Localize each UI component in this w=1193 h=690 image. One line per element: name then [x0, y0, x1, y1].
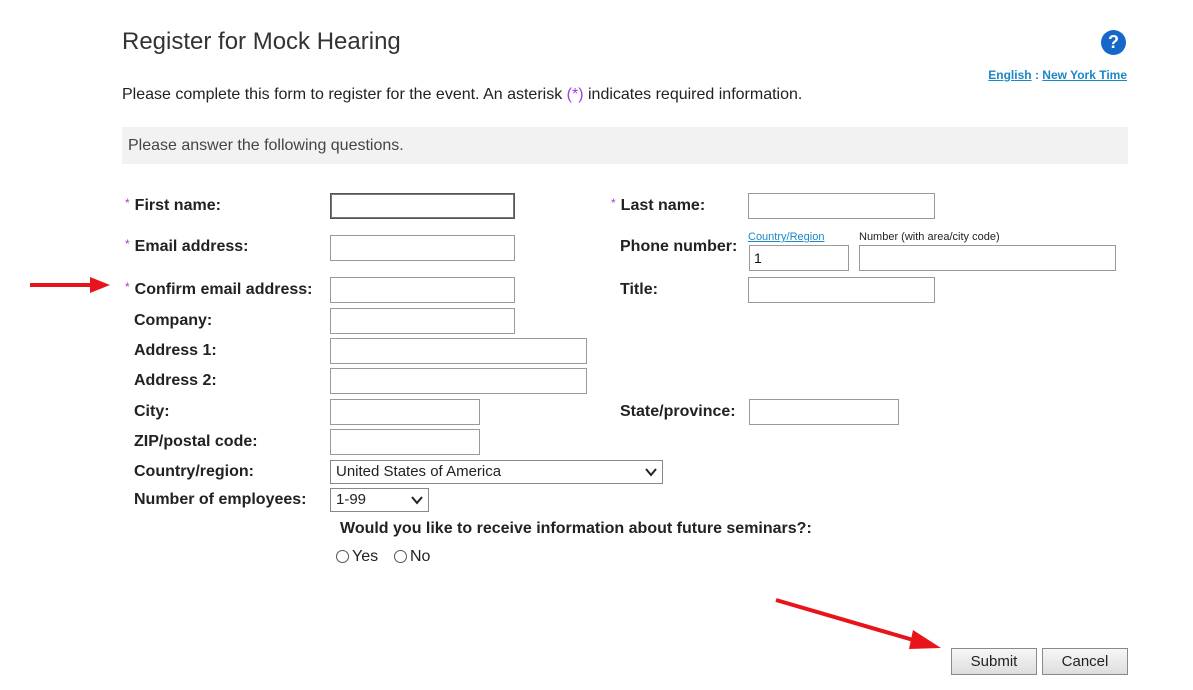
zip-input[interactable]: [330, 429, 480, 455]
state-label: State/province:: [620, 403, 736, 420]
confirm-email-label: * Confirm email address:: [125, 280, 313, 298]
intro-before: Please complete this form to register fo…: [122, 86, 567, 103]
title-label: Title:: [620, 281, 658, 298]
last-name-input[interactable]: [748, 193, 935, 219]
city-input[interactable]: [330, 399, 480, 425]
radio-no-label[interactable]: No: [410, 548, 430, 566]
radio-yes[interactable]: [336, 550, 349, 563]
last-name-label: * Last name:: [611, 196, 706, 214]
address2-label: Address 2:: [134, 372, 217, 389]
first-name-input[interactable]: [330, 193, 515, 219]
phone-number-input[interactable]: [859, 245, 1116, 271]
address2-input[interactable]: [330, 368, 587, 394]
employees-selected-value: 1-99: [336, 491, 367, 508]
address1-label: Address 1:: [134, 342, 217, 359]
zip-label: ZIP/postal code:: [134, 433, 258, 450]
radio-no[interactable]: [394, 550, 407, 563]
phone-country-code-input[interactable]: [749, 245, 849, 271]
email-label: * Email address:: [125, 237, 249, 255]
timezone-link[interactable]: New York Time: [1042, 68, 1127, 82]
employees-label: Number of employees:: [134, 491, 307, 508]
required-asterisk: *: [125, 280, 130, 294]
phone-number-label: Number (with area/city code): [859, 231, 1000, 243]
radio-yes-label[interactable]: Yes: [352, 548, 378, 566]
top-links: English : New York Time: [988, 68, 1127, 82]
seminar-question: Would you like to receive information ab…: [340, 520, 812, 537]
page-title: Register for Mock Hearing: [122, 28, 401, 55]
employees-select[interactable]: 1-99: [330, 488, 429, 512]
confirm-email-input[interactable]: [330, 277, 515, 303]
section-text: Please answer the following questions.: [128, 137, 404, 154]
cancel-button[interactable]: Cancel: [1042, 648, 1128, 675]
phone-label: Phone number:: [620, 238, 738, 255]
phone-country-region-link[interactable]: Country/Region: [748, 231, 824, 243]
intro-asterisk: (*): [566, 86, 584, 103]
help-icon[interactable]: ?: [1101, 30, 1126, 55]
email-input[interactable]: [330, 235, 515, 261]
language-link[interactable]: English: [988, 68, 1031, 82]
state-input[interactable]: [749, 399, 899, 425]
company-label: Company:: [134, 312, 213, 329]
link-separator: :: [1034, 68, 1039, 82]
red-arrow-icon: [30, 277, 110, 293]
title-input[interactable]: [748, 277, 935, 303]
country-selected-value: United States of America: [336, 463, 502, 480]
submit-button[interactable]: Submit: [951, 648, 1037, 675]
intro-after: indicates required information.: [583, 86, 803, 103]
city-label: City:: [134, 403, 170, 420]
red-arrow-icon: [775, 598, 941, 649]
chevron-down-icon: [645, 468, 657, 477]
required-asterisk: *: [125, 196, 130, 210]
company-input[interactable]: [330, 308, 515, 334]
country-label: Country/region:: [134, 463, 254, 480]
address1-input[interactable]: [330, 338, 587, 364]
intro-text: Please complete this form to register fo…: [122, 86, 802, 104]
required-asterisk: *: [611, 196, 616, 210]
required-asterisk: *: [125, 237, 130, 251]
country-select[interactable]: United States of America: [330, 460, 663, 484]
first-name-label: * First name:: [125, 196, 221, 214]
chevron-down-icon: [411, 496, 423, 505]
